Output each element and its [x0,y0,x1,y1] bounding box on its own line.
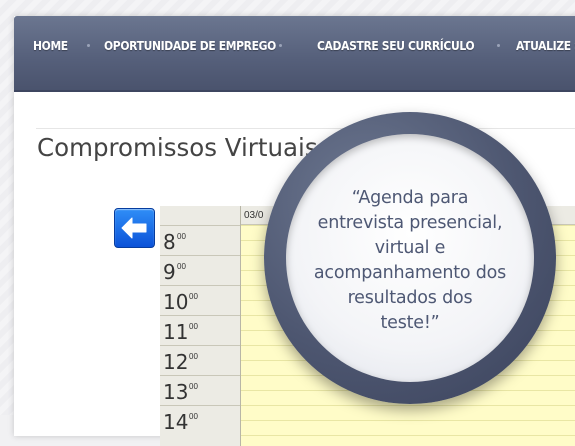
calendar-hour-row: 9 00 [160,255,240,286]
minute-label: 00 [189,292,198,301]
title-divider [36,128,575,129]
calendar-hour-row: 8 00 [160,225,240,256]
hour-label: 11 [163,320,189,344]
top-nav: HOME OPORTUNIDADE DE EMPREGO CADASTRE SE… [14,16,575,92]
calendar-date-label: 03/0 [244,210,264,221]
hour-label: 8 [163,230,176,254]
minute-label: 00 [189,352,198,361]
nav-separator [279,44,282,47]
hour-label: 13 [163,380,189,404]
nav-home[interactable]: HOME [33,38,68,53]
callout-bubble: “Agenda para entrevista presencial, virt… [264,112,556,404]
minute-label: 00 [189,412,198,421]
callout-line: teste!” [380,313,440,333]
minute-label: 00 [189,322,198,331]
callout-bubble-inner: “Agenda para entrevista presencial, virt… [286,134,534,382]
hour-label: 9 [163,260,176,284]
callout-quote: “Agenda para entrevista presencial, virt… [300,186,520,336]
callout-line: “Agenda para [351,188,469,208]
hour-label: 12 [163,350,189,374]
arrow-left-icon [121,217,147,239]
minute-label: 00 [189,382,198,391]
nav-separator [87,44,90,47]
nav-cadastre-curriculo[interactable]: CADASTRE SEU CURRÍCULO [317,38,475,53]
calendar-hour-row: 10 00 [160,285,240,316]
calendar-hour-column: 8 00 9 00 10 00 11 00 12 00 13 00 14 00 [160,206,241,446]
calendar-hour-row: 12 00 [160,345,240,376]
callout-line: entrevista presencial, [317,213,503,233]
back-button[interactable] [114,208,155,248]
nav-separator [497,44,500,47]
minute-label: 00 [177,262,186,271]
nav-oportunidade-emprego[interactable]: OPORTUNIDADE DE EMPREGO [104,38,276,53]
page-title: Compromissos Virtuais [37,133,318,162]
hour-label: 14 [163,410,189,434]
hour-label: 10 [163,290,189,314]
calendar-hour-row: 14 00 [160,405,240,436]
callout-line: acompanhamento dos [313,263,507,283]
callout-line: virtual e [374,238,446,258]
calendar-hour-row: 11 00 [160,315,240,346]
callout-line: resultados dos [347,288,473,308]
nav-atualize[interactable]: ATUALIZE S [516,38,575,53]
calendar-hour-row: 13 00 [160,375,240,406]
minute-label: 00 [177,232,186,241]
